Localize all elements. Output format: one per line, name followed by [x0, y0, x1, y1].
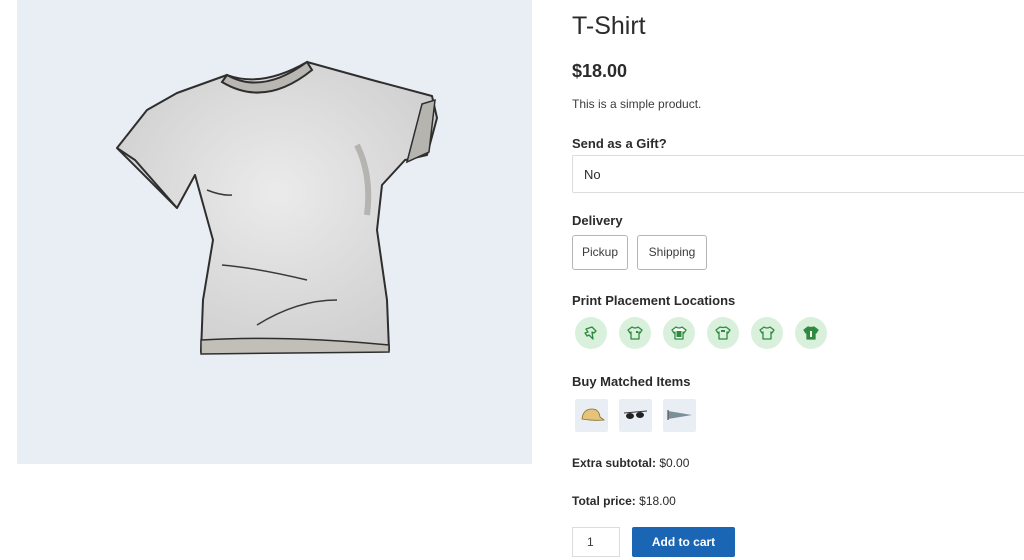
print-placement-option-4[interactable]	[707, 317, 739, 349]
print-placement-option-5[interactable]	[751, 317, 783, 349]
print-placement-option-1[interactable]	[575, 317, 607, 349]
print-placement-option-6[interactable]	[795, 317, 827, 349]
add-to-cart-button[interactable]: Add to cart	[632, 527, 735, 557]
sleeve-print-icon	[584, 326, 597, 340]
product-price: $18.00	[572, 61, 628, 81]
front-chest-print-icon	[627, 326, 643, 340]
total-price-label: Total price:	[572, 494, 636, 508]
matched-item-pennant[interactable]	[663, 399, 696, 432]
product-title: T-Shirt	[572, 12, 646, 40]
small-front-print-icon	[759, 326, 775, 340]
gift-select[interactable]: No	[572, 155, 1024, 193]
tshirt-illustration	[116, 60, 438, 355]
full-back-print-icon	[803, 326, 819, 340]
matched-item-cap[interactable]	[575, 399, 608, 432]
pennant-icon	[667, 410, 692, 420]
product-description: This is a simple product.	[572, 97, 702, 111]
extra-subtotal-value: $0.00	[659, 456, 690, 470]
gift-label: Send as a Gift?	[572, 136, 667, 151]
delivery-label: Delivery	[572, 213, 623, 228]
quantity-input[interactable]: 1	[572, 527, 620, 557]
print-placement-option-3[interactable]	[663, 317, 695, 349]
delivery-option-pickup[interactable]: Pickup	[572, 235, 628, 270]
extra-subtotal-label: Extra subtotal:	[572, 456, 657, 470]
back-print-icon	[715, 326, 731, 340]
total-price: Total price: $18.00	[572, 494, 676, 508]
matched-item-sunglasses[interactable]	[619, 399, 652, 432]
cap-icon	[581, 408, 605, 421]
sunglasses-icon	[623, 410, 648, 419]
print-placement-label: Print Placement Locations	[572, 293, 736, 308]
full-front-print-icon	[671, 326, 687, 340]
total-price-value: $18.00	[639, 494, 676, 508]
product-image[interactable]	[17, 0, 532, 464]
print-placement-option-2[interactable]	[619, 317, 651, 349]
extra-subtotal: Extra subtotal: $0.00	[572, 456, 689, 470]
matched-items-label: Buy Matched Items	[572, 374, 691, 389]
delivery-option-shipping[interactable]: Shipping	[637, 235, 707, 270]
